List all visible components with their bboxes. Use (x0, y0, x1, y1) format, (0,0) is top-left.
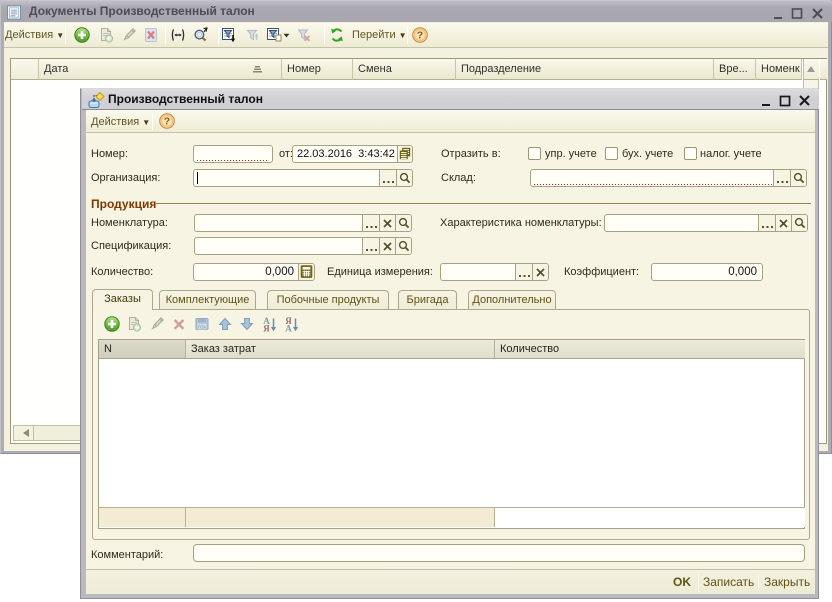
svg-text:?: ? (417, 30, 423, 42)
svg-text:ГОК: ГОК (198, 325, 207, 330)
svg-text:?: ? (164, 116, 170, 128)
svg-text:А: А (285, 324, 292, 333)
svg-text:Я: Я (263, 324, 270, 333)
